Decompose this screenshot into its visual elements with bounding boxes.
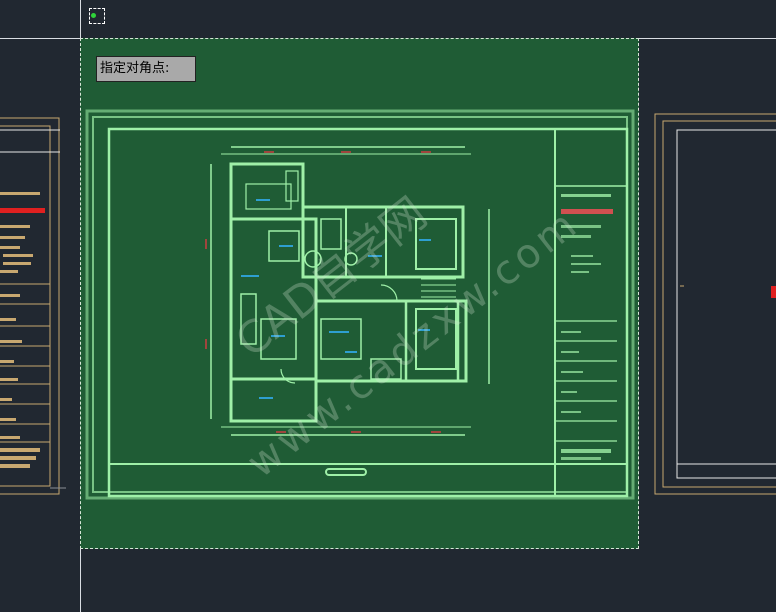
ucs-origin-icon [89, 8, 105, 24]
command-prompt-tooltip: 指定对角点: [96, 56, 196, 82]
floor-plan-drawing: www.cadzxw.com CAD自学网 [85, 109, 635, 500]
left-drawing-sheet [0, 117, 66, 495]
right-drawing-sheet [654, 113, 776, 495]
selection-window[interactable]: www.cadzxw.com CAD自学网 [80, 38, 639, 549]
